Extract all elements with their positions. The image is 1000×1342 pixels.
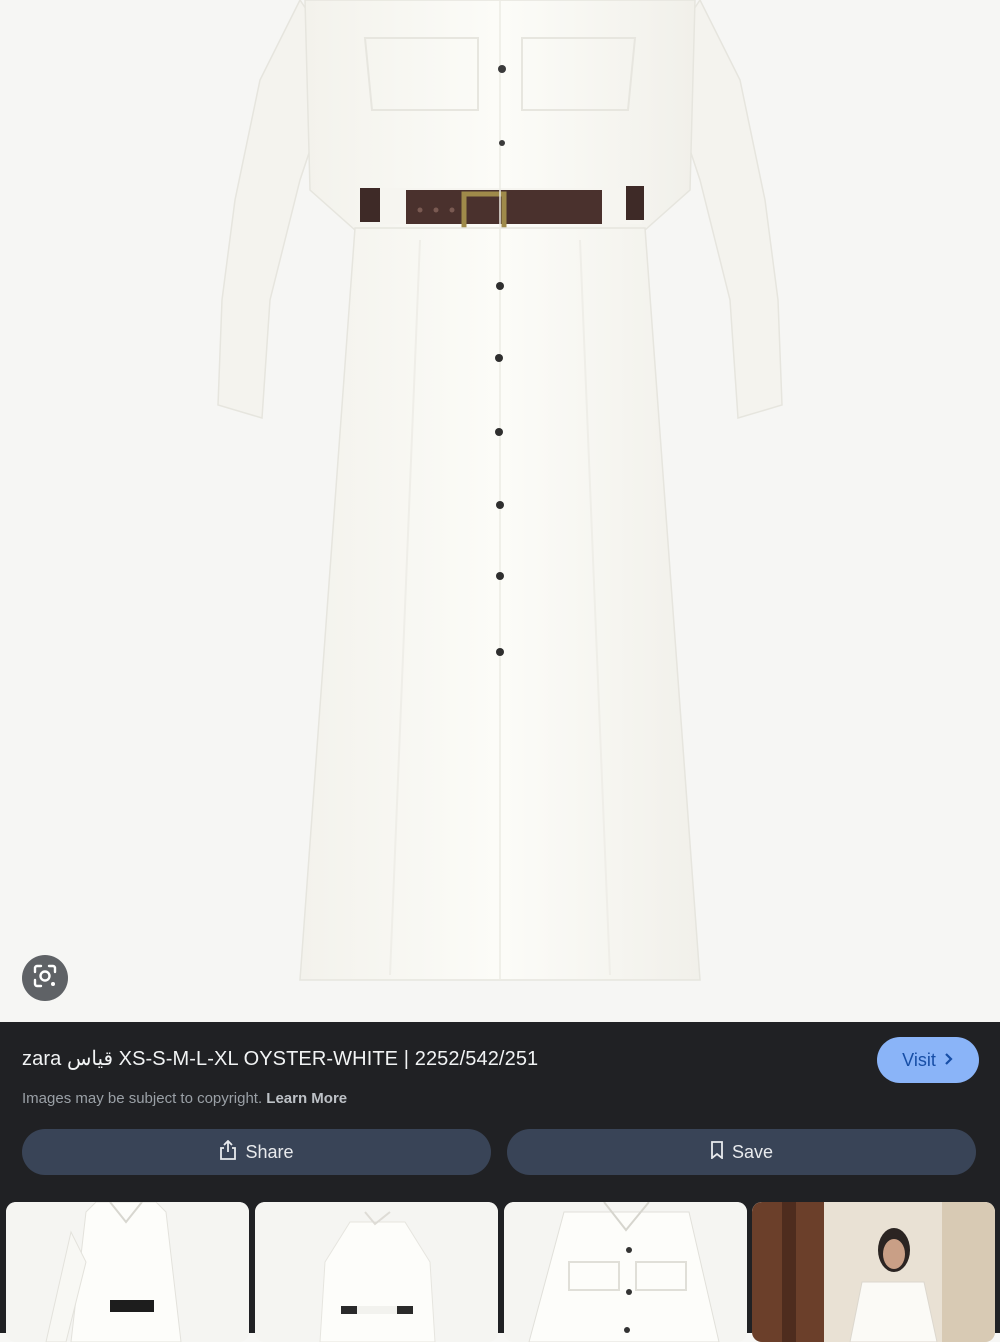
share-label: Share — [245, 1141, 294, 1162]
related-image-thumbnail[interactable] — [255, 1202, 498, 1342]
visit-label: Visit — [902, 1049, 936, 1070]
title-source: zara — [22, 1048, 62, 1070]
learn-more-link[interactable]: Learn More — [266, 1090, 347, 1107]
save-button[interactable]: Save — [507, 1129, 976, 1175]
save-label: Save — [731, 1141, 774, 1162]
copyright-text: Images may be subject to copyright. — [22, 1090, 263, 1107]
related-image-thumbnail[interactable] — [752, 1202, 995, 1342]
related-image-thumbnail[interactable] — [504, 1202, 747, 1342]
google-lens-button[interactable] — [22, 955, 68, 1001]
related-image-thumbnail[interactable] — [6, 1202, 249, 1342]
chevron-right-icon — [944, 1050, 954, 1071]
product-image[interactable] — [0, 0, 1000, 1022]
title-details: XS-S-M-L-XL OYSTER-WHITE | 2252/542/251 — [118, 1048, 539, 1070]
visit-button[interactable]: Visit — [877, 1037, 979, 1083]
share-icon — [219, 1139, 237, 1165]
share-button[interactable]: Share — [22, 1129, 491, 1175]
title-arabic: قياس — [66, 1048, 114, 1070]
copyright-notice: Images may be subject to copyright. Lear… — [22, 1090, 347, 1107]
result-title[interactable]: zara قياس XS-S-M-L-XL OYSTER-WHITE | 225… — [22, 1046, 538, 1071]
bookmark-icon — [710, 1140, 724, 1164]
google-lens-icon — [32, 963, 58, 994]
